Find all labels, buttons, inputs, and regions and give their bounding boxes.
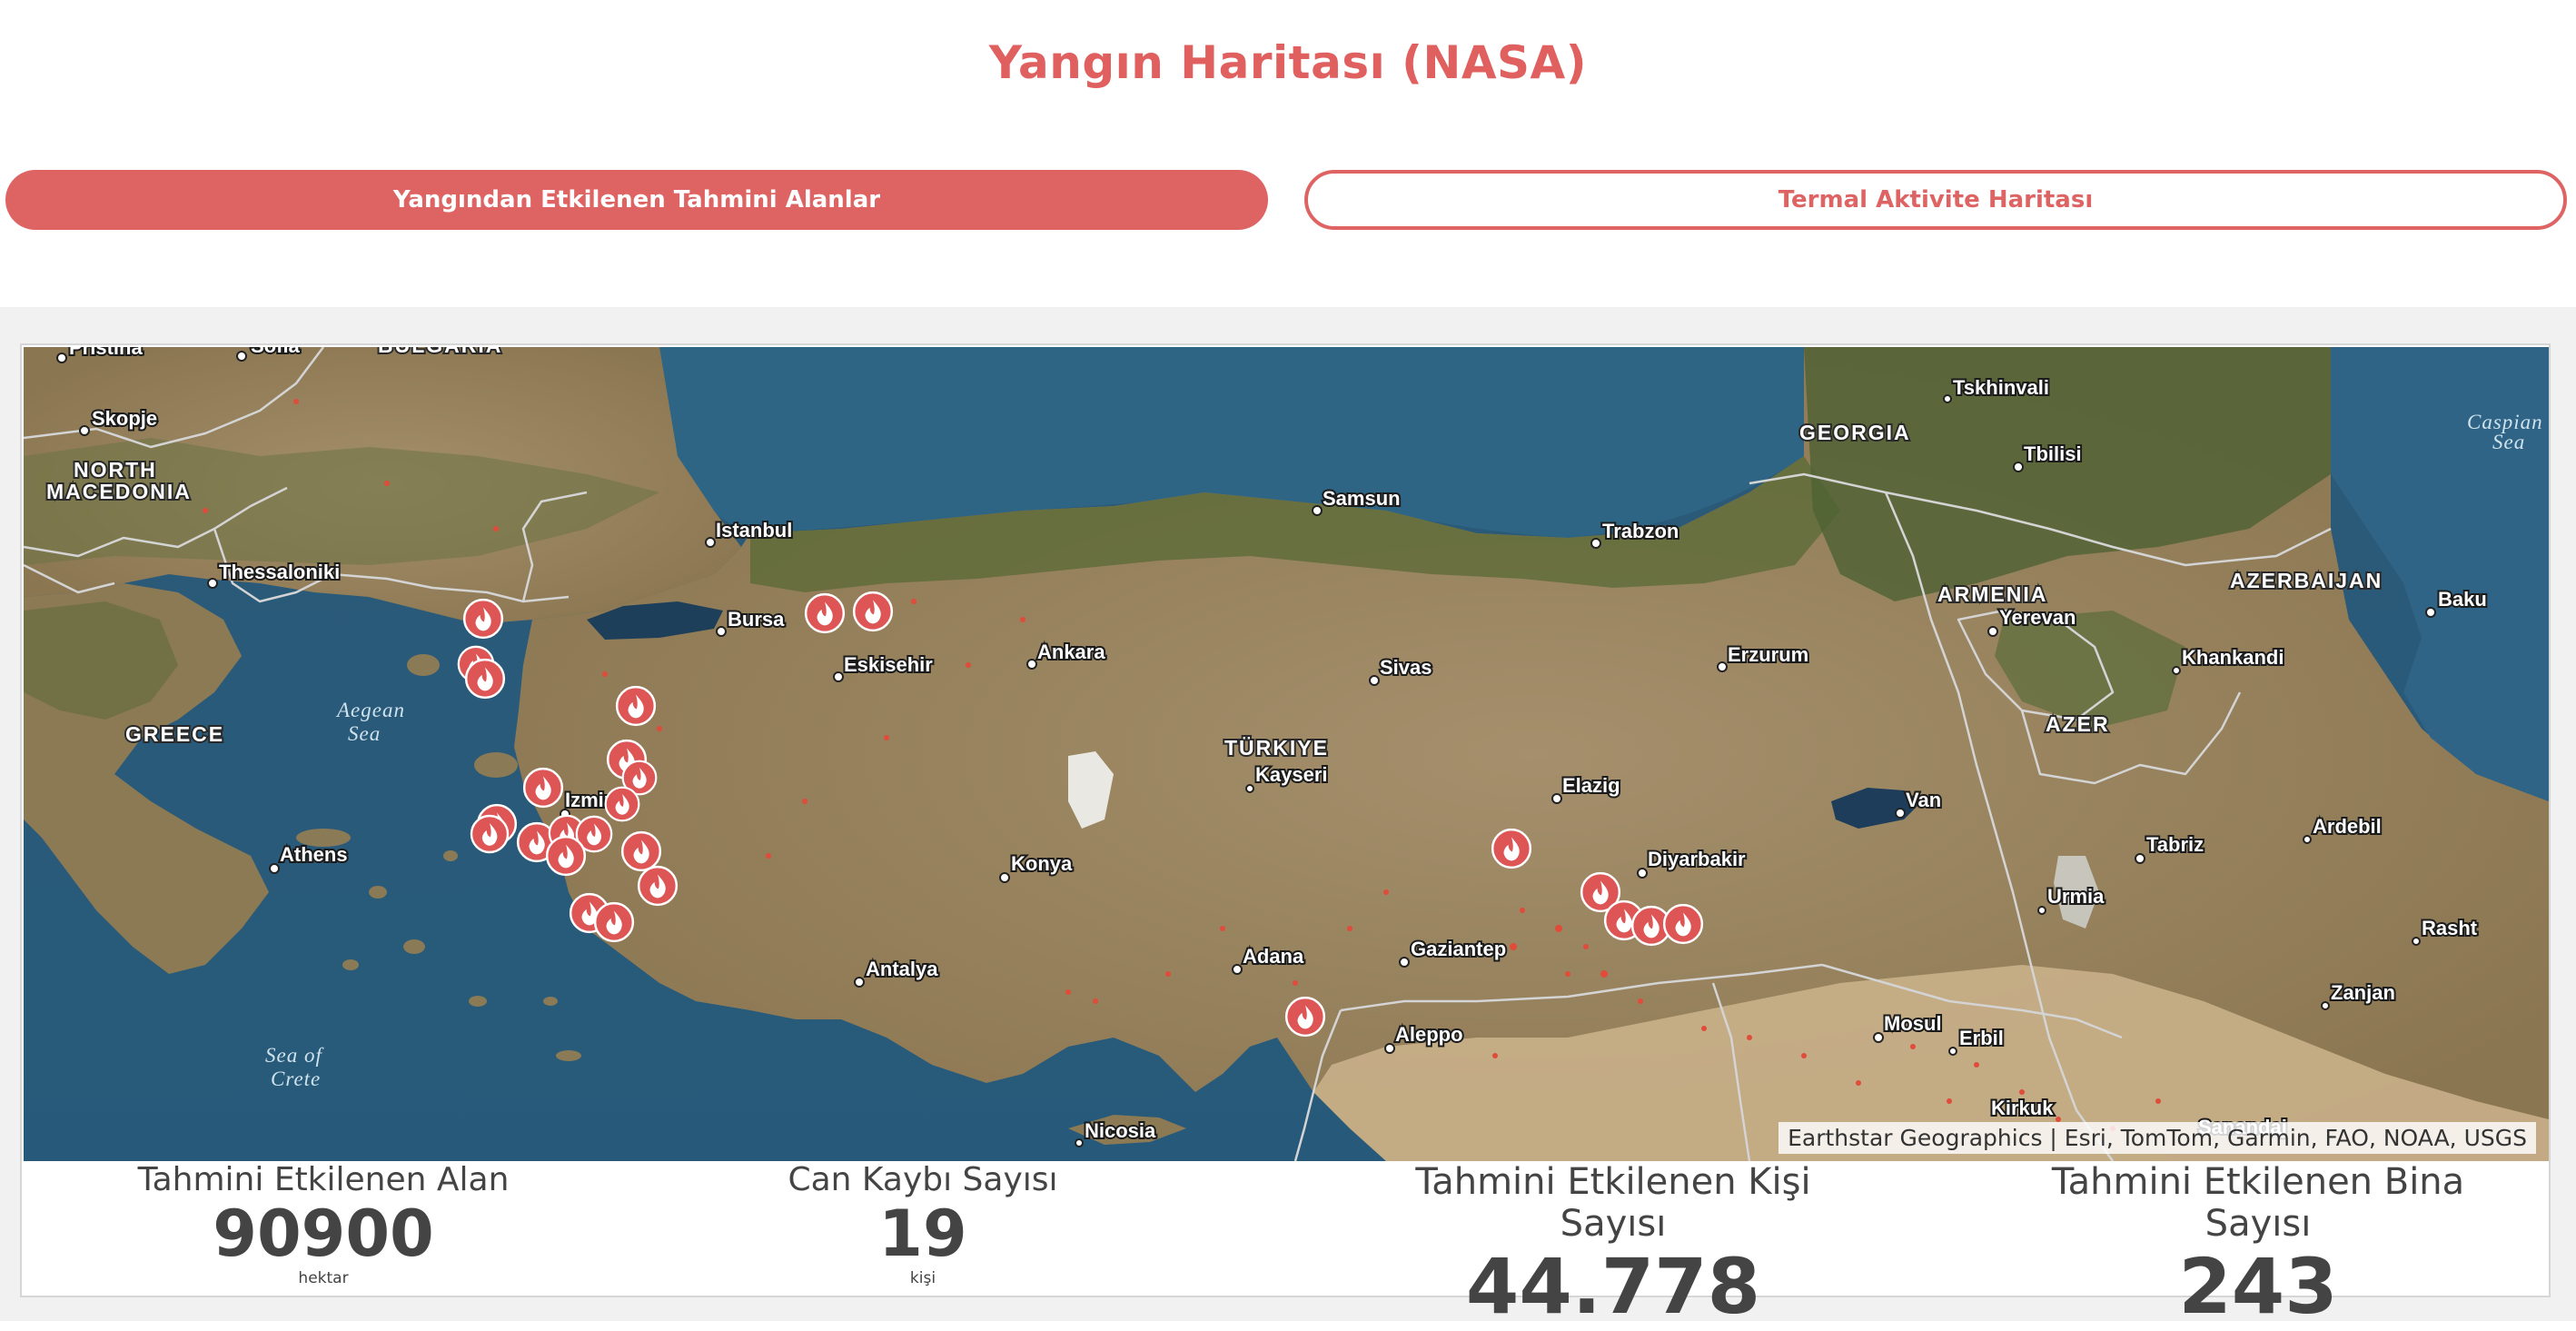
svg-text:Van: Van xyxy=(1906,789,1941,811)
fire-icon xyxy=(615,685,657,727)
svg-text:GREECE: GREECE xyxy=(125,722,224,746)
svg-text:Istanbul: Istanbul xyxy=(716,519,792,541)
svg-text:Kirkuk: Kirkuk xyxy=(1991,1097,2054,1119)
svg-text:Sea: Sea xyxy=(2492,431,2525,453)
fire-icon xyxy=(522,767,564,809)
fire-icon xyxy=(852,591,894,632)
fire-icon xyxy=(593,901,635,943)
svg-text:BULGARIA: BULGARIA xyxy=(378,347,502,357)
svg-text:AZERBAIJAN: AZERBAIJAN xyxy=(2230,569,2383,592)
svg-text:Sea of: Sea of xyxy=(265,1044,324,1067)
stat-casualties: Can Kaybı Sayısı 19 kişi xyxy=(696,1161,1150,1287)
stat-affected-people: Tahmini Etkilenen Kişi Sayısı 44.778 xyxy=(1359,1161,1868,1328)
stat-label: Can Kaybı Sayısı xyxy=(788,1161,1058,1198)
fire-icon xyxy=(462,598,504,640)
stat-value: 44.778 xyxy=(1465,1242,1761,1331)
svg-text:Izmir: Izmir xyxy=(565,789,612,811)
fire-icon xyxy=(604,786,640,822)
svg-text:Ardebil: Ardebil xyxy=(2313,815,2382,838)
svg-text:Tskhinvali: Tskhinvali xyxy=(1953,376,2049,399)
svg-text:Antalya: Antalya xyxy=(866,958,938,980)
svg-text:Crete: Crete xyxy=(271,1068,321,1090)
stat-value: 243 xyxy=(2178,1242,2338,1331)
fire-icon xyxy=(804,592,846,634)
tab-estimated-areas[interactable]: Yangından Etkilenen Tahmini Alanlar xyxy=(5,170,1268,230)
svg-text:Rasht: Rasht xyxy=(2422,917,2478,939)
svg-text:Pristina: Pristina xyxy=(69,347,143,359)
svg-text:Tabriz: Tabriz xyxy=(2146,833,2204,856)
svg-text:Aegean: Aegean xyxy=(335,699,405,721)
page-title: Yangın Haritası (NASA) xyxy=(988,36,1588,89)
fire-icon xyxy=(470,814,510,854)
svg-text:TÜRKIYE: TÜRKIYE xyxy=(1224,736,1329,760)
svg-text:Gaziantep: Gaziantep xyxy=(1411,938,1506,960)
stat-value: 19 xyxy=(878,1197,967,1271)
svg-text:ARMENIA: ARMENIA xyxy=(1937,582,2047,606)
fire-icon xyxy=(1491,828,1532,869)
tab-thermal-activity[interactable]: Termal Aktivite Haritası xyxy=(1304,170,2567,230)
fire-icon xyxy=(1284,996,1326,1038)
svg-text:Kayseri: Kayseri xyxy=(1255,763,1328,786)
svg-text:Zanjan: Zanjan xyxy=(2331,981,2395,1004)
fire-icon xyxy=(1662,903,1704,945)
svg-text:Mosul: Mosul xyxy=(1884,1012,1942,1035)
fire-icon xyxy=(637,865,679,907)
svg-text:Aleppo: Aleppo xyxy=(1395,1023,1463,1046)
svg-text:Sivas: Sivas xyxy=(1380,656,1432,679)
svg-text:Erzurum: Erzurum xyxy=(1728,643,1808,666)
stat-value: 90900 xyxy=(213,1197,434,1271)
svg-text:Baku: Baku xyxy=(2438,588,2487,611)
svg-text:Tbilisi: Tbilisi xyxy=(2024,442,2082,465)
svg-text:Ankara: Ankara xyxy=(1037,641,1105,663)
svg-text:Yerevan: Yerevan xyxy=(1999,606,2076,629)
fire-map[interactable]: Aegean Sea Sea of Crete Caspian Sea BULG… xyxy=(24,347,2549,1161)
svg-text:Nicosia: Nicosia xyxy=(1085,1119,1156,1142)
svg-text:Sofia: Sofia xyxy=(251,347,301,357)
svg-text:Konya: Konya xyxy=(1011,852,1073,875)
stat-label: Tahmini Etkilenen Alan xyxy=(137,1161,510,1198)
stats-row: Tahmini Etkilenen Alan 90900 hektar Can … xyxy=(24,1161,2549,1328)
svg-text:AZER: AZER xyxy=(2046,712,2110,736)
stat-label: Tahmini Etkilenen Kişi Sayısı xyxy=(1415,1161,1811,1245)
map-attribution[interactable]: Earthstar Geographics | Esri, TomTom, Ga… xyxy=(1778,1122,2536,1154)
svg-text:Athens: Athens xyxy=(280,843,348,866)
svg-text:Skopje: Skopje xyxy=(92,407,157,430)
svg-text:Samsun: Samsun xyxy=(1323,487,1401,510)
stat-label: Tahmini Etkilenen Bina Sayısı xyxy=(2051,1161,2465,1245)
svg-text:Khankandi: Khankandi xyxy=(2182,646,2284,669)
svg-text:Urmia: Urmia xyxy=(2047,885,2105,908)
stat-unit: kişi xyxy=(909,1269,936,1287)
svg-text:GEORGIA: GEORGIA xyxy=(1799,421,1911,444)
stat-affected-buildings: Tahmini Etkilenen Bina Sayısı 243 xyxy=(2004,1161,2512,1328)
svg-text:Bursa: Bursa xyxy=(728,608,785,631)
svg-text:Diyarbakir: Diyarbakir xyxy=(1648,848,1746,870)
svg-text:Erbil: Erbil xyxy=(1959,1027,2004,1049)
svg-text:Trabzon: Trabzon xyxy=(1602,520,1679,542)
svg-text:Adana: Adana xyxy=(1243,945,1304,968)
fire-icon xyxy=(620,830,662,872)
svg-text:Eskisehir: Eskisehir xyxy=(844,653,933,676)
svg-text:NORTH: NORTH xyxy=(74,458,157,482)
fire-icon xyxy=(464,658,506,700)
fire-icon xyxy=(545,835,587,877)
svg-text:MACEDONIA: MACEDONIA xyxy=(46,480,192,503)
svg-text:Thessaloniki: Thessaloniki xyxy=(219,561,340,583)
stat-affected-area: Tahmini Etkilenen Alan 90900 hektar xyxy=(87,1161,560,1287)
stat-unit: hektar xyxy=(298,1269,349,1287)
svg-text:Sea: Sea xyxy=(348,722,381,745)
svg-text:Elazig: Elazig xyxy=(1562,774,1620,797)
